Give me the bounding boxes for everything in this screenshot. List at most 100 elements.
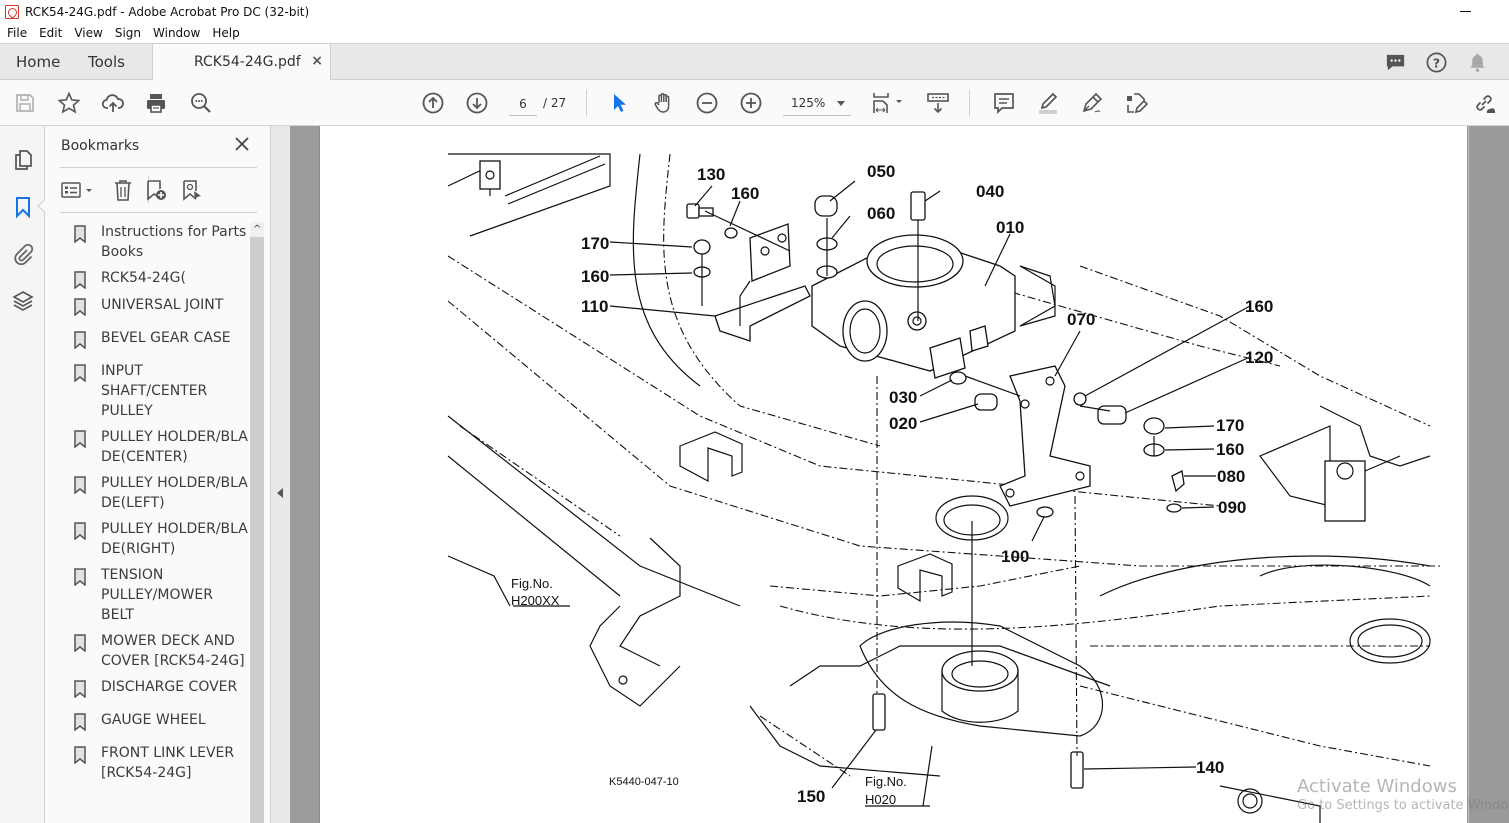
bookmark-label: UNIVERSAL JOINT bbox=[101, 297, 224, 313]
bookmark-icon bbox=[74, 680, 86, 698]
bookmark-label: RCK54-24G( bbox=[101, 270, 186, 286]
figure-references: Fig.No. H200XX Fig.No. H020 K5440-047-10 bbox=[511, 576, 907, 807]
title-bar: RCK54-24G.pdf - Adobe Acrobat Pro DC (32… bbox=[0, 0, 1509, 23]
attachments-paperclip-icon[interactable] bbox=[11, 242, 35, 266]
bookmark-item[interactable]: BEVEL GEAR CASE bbox=[73, 328, 249, 349]
scroll-up-arrow-icon[interactable]: ^ bbox=[253, 224, 261, 235]
windows-activation-watermark: Activate Windows Go to Settings to activ… bbox=[1297, 776, 1509, 813]
menu-edit[interactable]: Edit bbox=[32, 26, 67, 40]
bookmarks-panel-title: Bookmarks bbox=[61, 138, 140, 154]
washer-090 bbox=[1166, 503, 1182, 513]
sign-fountain-pen-icon[interactable] bbox=[1080, 91, 1104, 115]
zoom-in-icon[interactable] bbox=[739, 91, 763, 115]
tab-document[interactable]: RCK54-24G.pdf × bbox=[152, 43, 331, 80]
search-zoom-icon[interactable] bbox=[189, 91, 213, 115]
bookmark-item[interactable]: MOWER DECK AND COVER [RCK54-24G] bbox=[73, 631, 249, 671]
new-bookmark-icon[interactable] bbox=[145, 178, 167, 202]
callout-label: 080 bbox=[1217, 467, 1245, 486]
bolt-020 bbox=[974, 393, 998, 411]
page-thumbnails-icon[interactable] bbox=[11, 148, 35, 172]
bookmark-item[interactable]: TENSION PULLEY/MOWER BELT bbox=[73, 565, 249, 625]
callout-label: 030 bbox=[889, 388, 917, 407]
tab-tools[interactable]: Tools bbox=[88, 53, 125, 71]
delete-bookmark-trash-icon[interactable] bbox=[112, 178, 134, 202]
document-viewport: 130 160 050 040 060 010 170 160 110 070 … bbox=[290, 126, 1509, 823]
add-comment-icon[interactable] bbox=[992, 91, 1016, 115]
menu-sign[interactable]: Sign bbox=[108, 26, 146, 40]
main-toolbar: / 27 125% bbox=[0, 80, 1509, 126]
bookmark-item[interactable]: PULLEY HOLDER/BLADE(CENTER) bbox=[73, 427, 249, 467]
plug-050 bbox=[814, 195, 838, 217]
bookmark-icon bbox=[74, 634, 86, 652]
menu-help[interactable]: Help bbox=[205, 26, 244, 40]
callout-label: 020 bbox=[889, 414, 917, 433]
chevron-down-icon bbox=[837, 101, 845, 106]
comments-chat-icon[interactable] bbox=[1384, 51, 1407, 74]
minimize-button[interactable] bbox=[1460, 4, 1471, 12]
panel-collapse-strip[interactable] bbox=[271, 126, 290, 823]
grease-fitting-080 bbox=[1171, 470, 1185, 493]
page-gutter bbox=[290, 126, 319, 823]
bookmark-icon bbox=[74, 522, 86, 540]
close-panel-icon[interactable] bbox=[234, 136, 250, 152]
bookmarks-scrollbar[interactable]: ^ bbox=[250, 222, 264, 823]
document-tab-label: RCK54-24G.pdf bbox=[194, 54, 301, 70]
close-tab-button[interactable]: × bbox=[311, 53, 323, 69]
svg-text:?: ? bbox=[1433, 55, 1440, 70]
bookmark-label: MOWER DECK AND COVER [RCK54-24G] bbox=[101, 633, 245, 669]
bookmark-item[interactable]: PULLEY HOLDER/BLADE(RIGHT) bbox=[73, 519, 249, 559]
zoom-level-dropdown[interactable]: 125% bbox=[783, 92, 851, 116]
hand-tool-icon[interactable] bbox=[651, 91, 675, 115]
next-page-icon[interactable] bbox=[465, 91, 489, 115]
callout-label: 010 bbox=[996, 218, 1024, 237]
save-icon[interactable] bbox=[13, 91, 37, 115]
watermark-line1: Activate Windows bbox=[1297, 776, 1457, 797]
bookmarks-panel-icon[interactable] bbox=[11, 195, 35, 219]
upload-cloud-icon[interactable] bbox=[101, 91, 125, 115]
previous-page-icon[interactable] bbox=[421, 91, 445, 115]
callout-label: 160 bbox=[581, 267, 609, 286]
bookmark-label: FRONT LINK LEVER [RCK54-24G] bbox=[101, 745, 235, 781]
share-link-icon[interactable] bbox=[1472, 91, 1496, 115]
scrollbar-thumb[interactable] bbox=[250, 237, 264, 823]
callout-label: 130 bbox=[697, 165, 725, 184]
notifications-bell-icon[interactable] bbox=[1466, 51, 1489, 74]
print-icon[interactable] bbox=[144, 91, 168, 115]
bookmark-item[interactable]: GAUGE WHEEL bbox=[73, 710, 249, 731]
bookmark-options-dropdown[interactable] bbox=[60, 178, 96, 202]
bookmark-icon bbox=[74, 298, 86, 316]
bookmark-item[interactable]: Instructions for Parts Books bbox=[73, 222, 249, 262]
watermark-line2: Go to Settings to activate Windows. bbox=[1297, 798, 1509, 813]
bookmark-item[interactable]: INPUT SHAFT/CENTER PULLEY bbox=[73, 361, 249, 421]
zoom-out-icon[interactable] bbox=[695, 91, 719, 115]
bookmark-item[interactable]: PULLEY HOLDER/BLADE(LEFT) bbox=[73, 473, 249, 513]
bookmark-item[interactable]: FRONT LINK LEVER [RCK54-24G] bbox=[73, 743, 249, 783]
help-icon[interactable]: ? bbox=[1425, 51, 1448, 74]
document-scrollbar[interactable] bbox=[1468, 126, 1509, 823]
edit-pdf-icon[interactable] bbox=[1124, 91, 1149, 115]
highlight-pen-icon[interactable] bbox=[1036, 91, 1060, 115]
bookmark-item[interactable]: DISCHARGE COVER bbox=[73, 677, 249, 698]
select-cursor-icon[interactable] bbox=[607, 91, 631, 115]
bookmarks-list: Instructions for Parts Books RCK54-24G( … bbox=[73, 222, 249, 823]
bookmark-icon bbox=[74, 364, 86, 382]
bookmark-item[interactable]: UNIVERSAL JOINT bbox=[73, 295, 249, 316]
bookmark-icon bbox=[74, 476, 86, 494]
scroll-mode-icon[interactable] bbox=[926, 91, 950, 115]
window-title: RCK54-24G.pdf - Adobe Acrobat Pro DC (32… bbox=[25, 4, 310, 19]
bookmark-item[interactable]: RCK54-24G( bbox=[73, 268, 249, 289]
menu-file[interactable]: File bbox=[0, 26, 32, 40]
bookmark-properties-icon[interactable] bbox=[181, 178, 203, 202]
menu-view[interactable]: View bbox=[67, 26, 107, 40]
tab-home[interactable]: Home bbox=[16, 53, 60, 71]
menu-window[interactable]: Window bbox=[146, 26, 205, 40]
page-fit-icon[interactable] bbox=[871, 91, 905, 115]
panel-divider bbox=[60, 212, 257, 213]
page-number-input[interactable] bbox=[509, 92, 537, 116]
bookmark-star-icon[interactable] bbox=[57, 91, 81, 115]
bolt-120 bbox=[1097, 405, 1127, 425]
layers-icon[interactable] bbox=[11, 289, 35, 313]
bookmark-icon bbox=[74, 746, 86, 764]
toolbar-divider bbox=[969, 90, 970, 116]
collapse-panel-arrow-icon[interactable] bbox=[277, 488, 283, 498]
